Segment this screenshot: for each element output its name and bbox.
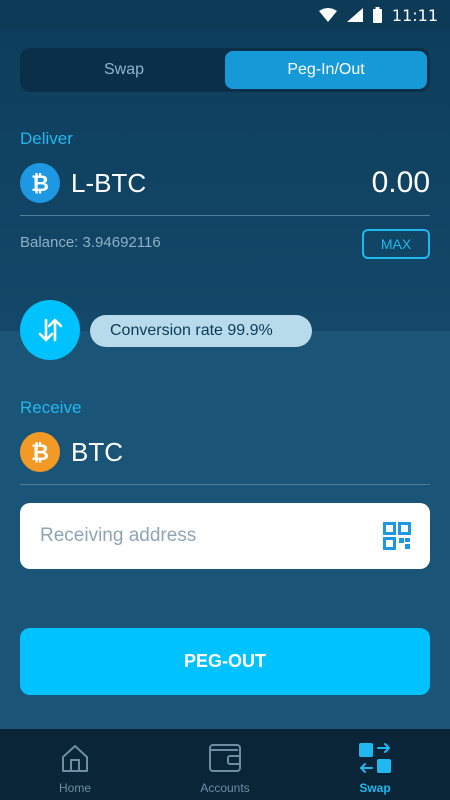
battery-icon — [372, 7, 382, 23]
swap-icon — [358, 741, 392, 775]
balance-text: Balance: 3.94692116 — [20, 234, 161, 251]
receiving-address-field — [20, 503, 430, 569]
nav-home-label: Home — [58, 781, 91, 795]
receive-label: Receive — [20, 398, 82, 417]
receive-asset-name: BTC — [71, 436, 123, 467]
swap-mode-toggle: Swap Peg-In/Out — [20, 48, 430, 92]
svg-text:₿: ₿ — [31, 172, 49, 196]
bottom-nav: Home Accounts Swap — [0, 729, 450, 800]
home-icon — [60, 741, 90, 775]
wifi-icon — [318, 8, 337, 22]
peg-out-button[interactable]: PEG-OUT — [20, 628, 430, 695]
nav-accounts[interactable]: Accounts — [150, 729, 300, 800]
swap-arrows-icon — [38, 318, 63, 342]
conversion-rate-badge: Conversion rate 99.9% — [90, 315, 312, 347]
qr-code-icon[interactable] — [382, 521, 412, 551]
receive-divider — [20, 484, 430, 485]
deliver-label: Deliver — [20, 129, 73, 148]
svg-text:₿: ₿ — [31, 441, 49, 465]
tab-swap[interactable]: Swap — [23, 51, 225, 89]
receive-asset-row[interactable]: ₿ BTC — [20, 430, 430, 474]
nav-swap-label: Swap — [359, 781, 391, 795]
swap-direction-button[interactable] — [20, 300, 80, 360]
deliver-amount-input[interactable]: 0.00 — [372, 166, 430, 200]
signal-icon — [346, 8, 363, 22]
nav-home[interactable]: Home — [0, 729, 150, 800]
receiving-address-input[interactable] — [40, 525, 382, 547]
tab-peg-in-out[interactable]: Peg-In/Out — [225, 51, 427, 89]
deliver-asset-row[interactable]: ₿ L-BTC 0.00 — [20, 161, 430, 205]
lbtc-coin-icon: ₿ — [20, 163, 60, 203]
deliver-divider — [20, 215, 430, 216]
wallet-icon — [208, 741, 242, 775]
status-bar: 11:11 — [0, 0, 450, 30]
status-time: 11:11 — [391, 5, 438, 25]
deliver-asset-name: L-BTC — [71, 167, 147, 198]
max-button[interactable]: MAX — [362, 229, 430, 259]
nav-accounts-label: Accounts — [200, 781, 250, 795]
btc-coin-icon: ₿ — [20, 432, 60, 472]
nav-swap[interactable]: Swap — [300, 729, 450, 800]
